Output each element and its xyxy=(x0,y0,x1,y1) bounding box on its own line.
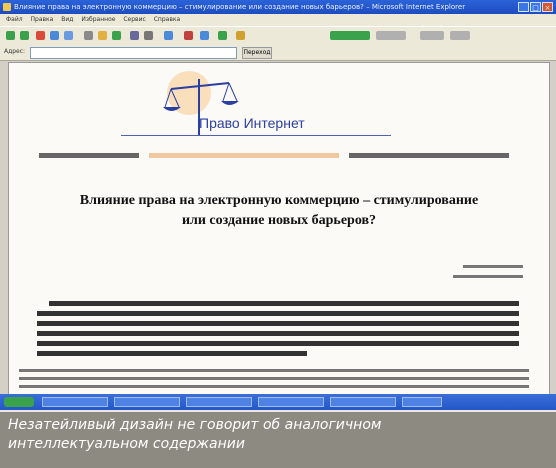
taskbar-item[interactable] xyxy=(258,397,324,407)
tool-icon[interactable] xyxy=(236,31,245,40)
address-label: Адрес: xyxy=(4,48,26,55)
forward-icon[interactable] xyxy=(20,31,29,40)
window-titlebar: Влияние права на электронную коммерцию –… xyxy=(0,0,556,14)
go-button[interactable]: Переход xyxy=(242,47,272,59)
menu-item-tools[interactable]: Сервис xyxy=(123,16,145,23)
home-icon[interactable] xyxy=(64,31,73,40)
menu-item-file[interactable]: Файл xyxy=(6,16,23,23)
window-title: Влияние права на электронную коммерцию –… xyxy=(14,3,466,11)
author-info xyxy=(443,263,523,289)
toolbar-plugin-icon[interactable] xyxy=(450,31,470,40)
toolbar-plugin-icon[interactable] xyxy=(420,31,444,40)
browser-screenshot: Влияние права на электронную коммерцию –… xyxy=(0,0,556,410)
print-icon[interactable] xyxy=(144,31,153,40)
toolbar-plugin-icon[interactable] xyxy=(376,31,406,40)
caption-area: Незатейливый дизайн не говорит об аналог… xyxy=(0,410,556,468)
taskbar xyxy=(0,394,556,410)
address-bar: Адрес: Переход xyxy=(0,44,556,61)
menu-item-edit[interactable]: Правка xyxy=(31,16,54,23)
caption-text: Незатейливый дизайн не говорит об аналог… xyxy=(8,416,548,454)
back-icon[interactable] xyxy=(6,31,15,40)
article-title-line1: Влияние права на электронную коммерцию –… xyxy=(79,193,479,208)
taskbar-item[interactable] xyxy=(402,397,442,407)
article-title-line2: или создание новых барьеров? xyxy=(181,213,377,228)
taskbar-item[interactable] xyxy=(42,397,108,407)
favorites-icon[interactable] xyxy=(98,31,107,40)
caption-line1: Незатейливый дизайн не говорит об аналог… xyxy=(8,417,382,433)
menu-item-favorites[interactable]: Избранное xyxy=(81,16,115,23)
site-logo-text: Право Интернет xyxy=(199,115,305,131)
edit-icon[interactable] xyxy=(164,31,173,40)
browser-icon xyxy=(3,3,11,11)
menu-item-help[interactable]: Справка xyxy=(154,16,180,23)
menu-item-view[interactable]: Вид xyxy=(61,16,73,23)
caption-bar: Незатейливый дизайн не говорит об аналог… xyxy=(0,412,556,468)
minimize-button[interactable]: _ xyxy=(518,2,529,12)
logo-divider xyxy=(121,135,391,136)
stop-icon[interactable] xyxy=(36,31,45,40)
menu-bar: Файл Правка Вид Избранное Сервис Справка xyxy=(0,14,556,26)
start-button[interactable] xyxy=(4,397,34,407)
maximize-button[interactable]: □ xyxy=(530,2,541,12)
address-input[interactable] xyxy=(30,47,237,59)
tool-icon[interactable] xyxy=(218,31,227,40)
refresh-icon[interactable] xyxy=(50,31,59,40)
toolbar-plugin-icon[interactable] xyxy=(330,31,370,40)
mail-icon[interactable] xyxy=(130,31,139,40)
tool-icon[interactable] xyxy=(184,31,193,40)
scales-logo-icon xyxy=(163,71,239,135)
search-icon[interactable] xyxy=(84,31,93,40)
page-content: Право Интернет Влияние права на электрон… xyxy=(8,62,550,396)
toolbar xyxy=(0,26,556,46)
article-meta-line xyxy=(39,153,509,159)
taskbar-item[interactable] xyxy=(330,397,396,407)
taskbar-item[interactable] xyxy=(114,397,180,407)
close-button[interactable]: × xyxy=(542,2,553,12)
caption-line2: интеллектуальном содержании xyxy=(8,436,245,452)
tool-icon[interactable] xyxy=(200,31,209,40)
taskbar-item[interactable] xyxy=(186,397,252,407)
history-icon[interactable] xyxy=(112,31,121,40)
